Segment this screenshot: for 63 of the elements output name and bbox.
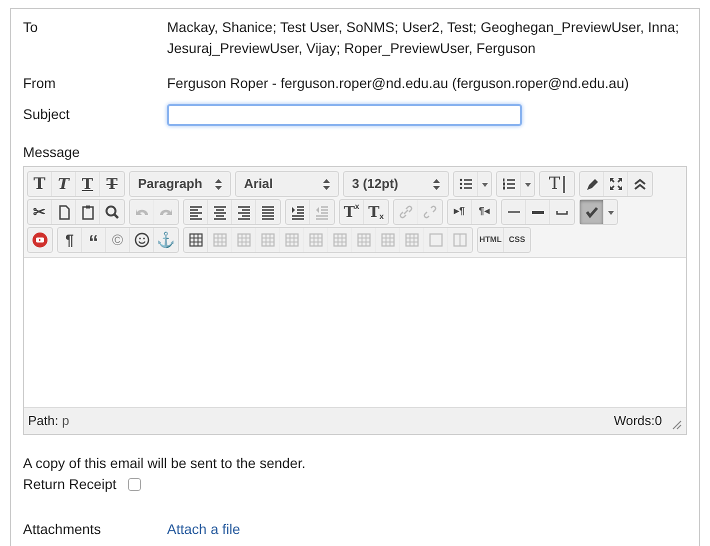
table-icon <box>356 232 372 248</box>
clear-format-button[interactable]: T <box>540 172 574 196</box>
justify-icon <box>260 204 276 220</box>
numbered-list-icon <box>500 176 516 192</box>
table-icon <box>308 232 324 248</box>
split-icon <box>452 232 468 248</box>
strikethrough-button[interactable]: T <box>100 172 124 196</box>
field-label: Subject <box>23 105 71 124</box>
align-right-icon <box>236 204 252 220</box>
field-label: To <box>23 18 39 37</box>
italic-button[interactable]: T <box>52 172 76 196</box>
spellcheck-button[interactable] <box>580 200 604 224</box>
space-icon <box>556 210 568 214</box>
field-label: Message <box>23 143 81 162</box>
box-icon <box>428 232 444 248</box>
align-left-icon <box>188 204 204 220</box>
emoji-icon <box>134 232 150 248</box>
right-to-left-button[interactable]: ¶◂ <box>472 200 496 224</box>
updown-arrows-icon <box>433 178 440 190</box>
table-icon <box>212 232 228 248</box>
link-icon <box>398 204 414 220</box>
align-center-icon <box>212 204 228 220</box>
bullet-list-icon <box>458 176 474 192</box>
code-view-button[interactable]: HTML <box>478 228 504 252</box>
find-icon <box>104 204 120 220</box>
subject-field[interactable] <box>167 104 522 126</box>
unlink-icon <box>422 204 438 220</box>
field-value: Ferguson Roper - ferguson.roper@nd.edu.au (ferguson.roper@nd.edu.au) <box>167 74 630 93</box>
paste-icon <box>80 204 96 220</box>
updown-arrows-icon <box>215 178 222 190</box>
underline-button[interactable]: T <box>76 172 100 196</box>
horizontal-line-icon <box>508 211 520 213</box>
copy-note: A copy of this email will be sent to the sender. <box>23 454 306 473</box>
field-value: Mackay, Shanice; Test User, SoNMS; User2, Test; Geoghegan_PreviewUser, Inna; Jesuraj_PreviewUser, Vijay; Roper_PreviewUser, Ferguson <box>167 18 680 58</box>
attach-file-link[interactable]: Attach a file <box>167 519 240 540</box>
media-icon <box>32 232 48 248</box>
cut-button[interactable]: ✂ <box>28 200 52 224</box>
quote-button[interactable]: “ <box>82 228 106 252</box>
outdent-icon <box>314 204 330 220</box>
anchor-button[interactable]: ⚓ <box>154 228 178 252</box>
path-label: Path: p <box>28 412 70 430</box>
table-icon <box>332 232 348 248</box>
collapse-toolbar-icon <box>632 176 648 192</box>
field-label: From <box>23 74 57 93</box>
table-icon <box>380 232 396 248</box>
left-to-right-button[interactable]: ▸¶ <box>448 200 472 224</box>
field-label: Attachments <box>23 520 102 539</box>
return-receipt-checkbox[interactable] <box>128 478 142 491</box>
fullscreen-icon <box>608 176 624 192</box>
updown-arrows-icon <box>323 178 330 190</box>
thick-line-icon <box>532 210 544 214</box>
word-count: Words:0 <box>614 412 662 430</box>
resize-handle-icon[interactable] <box>670 418 682 430</box>
code-view-button[interactable]: CSS <box>504 228 530 252</box>
field-label: Return Receipt <box>23 475 116 494</box>
paragraph-button[interactable]: ¶ <box>58 228 82 252</box>
table-icon <box>260 232 276 248</box>
table-icon <box>404 232 420 248</box>
table-icon <box>188 232 204 248</box>
bold-button[interactable]: T <box>28 172 52 196</box>
table-icon <box>236 232 252 248</box>
indent-icon <box>290 204 306 220</box>
table-icon <box>284 232 300 248</box>
